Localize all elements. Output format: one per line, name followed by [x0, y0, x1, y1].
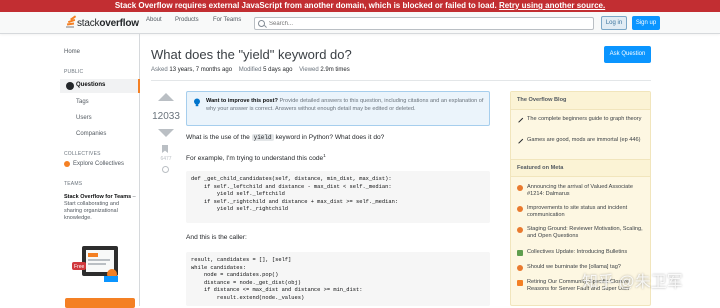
blog-item-label: Games are good, mods are immortal (ep 44… [527, 137, 641, 143]
stackoverflow-logo[interactable]: stackoverflow [65, 15, 139, 30]
globe-icon [66, 82, 74, 90]
meta-item-label: Improvements to site status and incident… [527, 205, 628, 219]
pencil-icon [516, 116, 524, 123]
teams-title: Stack Overflow for Teams [64, 194, 132, 200]
inline-code-yield: yield [251, 134, 274, 141]
meta-item-label: Staging Ground: Reviewer Motivation, Sca… [527, 226, 643, 240]
top-bar: stackoverflow About Products For Teams L… [0, 12, 720, 34]
left-sidebar: Home PUBLIC Questions Tags Users Compani… [60, 34, 140, 308]
viewed-value: 2.9m times [320, 67, 350, 73]
question-meta: Asked 13 years, 7 months ago Modified 5 … [151, 67, 350, 73]
p2-text: For example, I'm trying to understand th… [186, 155, 324, 163]
header-divider [151, 80, 651, 81]
teams-create-button[interactable] [65, 298, 135, 308]
modified-label: Modified [238, 67, 262, 73]
logo-text-bold: overflow [99, 17, 139, 29]
blog-item-label: The complete beginners guide to graph th… [527, 116, 642, 122]
blog-heading: The Overflow Blog [511, 92, 650, 110]
meta-item-label: Announcing the arrival of Valued Associa… [527, 184, 633, 198]
ask-question-button[interactable]: Ask Question [604, 46, 651, 63]
nav-questions-label: Questions [76, 82, 106, 88]
search-input[interactable] [269, 20, 569, 27]
teams-illustration-icon: Free [72, 246, 118, 282]
meta-item[interactable]: Collectives Update: Introducing Bulletin… [517, 249, 647, 256]
asked-label: Asked [151, 67, 168, 73]
meta-item[interactable]: Staging Ground: Reviewer Motivation, Sca… [517, 226, 647, 241]
code-block-2: result, candidates = [], [self] while ca… [186, 252, 490, 306]
collectives-heading: COLLECTIVES [64, 151, 101, 157]
blog-item[interactable]: The complete beginners guide to graph th… [516, 116, 647, 123]
retry-link[interactable]: Retry using another source. [499, 1, 605, 10]
meta-item[interactable]: Announcing the arrival of Valued Associa… [517, 184, 647, 199]
upvote-icon[interactable] [158, 93, 174, 101]
teams-promo: Stack Overflow for Teams – Start collabo… [64, 194, 136, 222]
meta-icon [517, 185, 523, 191]
public-heading: PUBLIC [64, 69, 84, 75]
pencil-icon [516, 137, 524, 144]
search-box[interactable] [254, 17, 594, 30]
free-badge: Free [74, 264, 85, 270]
notice-title: Want to improve this post? [206, 98, 278, 104]
zhihu-watermark: 知乎 @朱卫军 [582, 274, 683, 291]
footnote-link[interactable]: 1 [323, 153, 326, 158]
teams-heading: TEAMS [64, 181, 83, 187]
logo-icon [65, 15, 76, 29]
question-paragraph-1: What is the use of the yield keyword in … [186, 134, 384, 141]
nav-tags[interactable]: Tags [76, 99, 89, 105]
nav-for-teams[interactable]: For Teams [213, 17, 241, 23]
logo-text-prefix: stack [77, 17, 100, 29]
nav-products[interactable]: Products [175, 17, 199, 23]
blog-item[interactable]: Games are good, mods are immortal (ep 44… [516, 137, 647, 144]
nav-questions[interactable]: Questions [60, 79, 140, 93]
nav-companies[interactable]: Companies [76, 131, 106, 137]
nav-users[interactable]: Users [76, 115, 92, 121]
vote-count: 12033 [152, 111, 180, 122]
history-icon[interactable] [162, 166, 169, 173]
meta-item-label: Collectives Update: Introducing Bulletin… [527, 249, 628, 255]
bookmark-count: 6477 [160, 156, 172, 162]
collectives-icon [517, 250, 523, 256]
banner-text: Stack Overflow requires external JavaScr… [114, 1, 497, 10]
improve-post-notice: Want to improve this post? Provide detai… [186, 91, 490, 126]
asked-value: 13 years, 7 months ago [169, 67, 233, 73]
lightbulb-icon [194, 98, 200, 107]
nav-explore-collectives[interactable]: Explore Collectives [73, 161, 124, 167]
login-button[interactable]: Log in [601, 16, 627, 30]
code-block-1: def _get_child_candidates(self, distance… [186, 171, 490, 223]
meta-icon [517, 227, 523, 233]
modified-value[interactable]: 5 days ago [263, 67, 292, 73]
nav-home[interactable]: Home [64, 49, 80, 55]
question-paragraph-3: And this is the caller: [186, 234, 247, 241]
search-icon [258, 20, 265, 27]
p1-before: What is the use of the [186, 134, 252, 141]
meta-item[interactable]: Improvements to site status and incident… [517, 205, 647, 220]
bookmark-icon[interactable] [162, 145, 168, 153]
js-blocked-banner: Stack Overflow requires external JavaScr… [0, 0, 720, 12]
question-paragraph-2: For example, I'm trying to understand th… [186, 153, 326, 162]
collectives-icon [64, 161, 70, 167]
stackoverflow-icon [517, 280, 523, 286]
downvote-icon[interactable] [158, 129, 174, 137]
viewed-label: Viewed [299, 67, 319, 73]
nav-about[interactable]: About [146, 17, 162, 23]
meta-icon [517, 265, 523, 271]
signup-button[interactable]: Sign up [632, 16, 660, 30]
meta-icon [517, 206, 523, 212]
meta-heading: Featured on Meta [511, 159, 650, 177]
p1-after: keyword in Python? What does it do? [273, 134, 385, 141]
question-title[interactable]: What does the "yield" keyword do? [151, 47, 352, 62]
